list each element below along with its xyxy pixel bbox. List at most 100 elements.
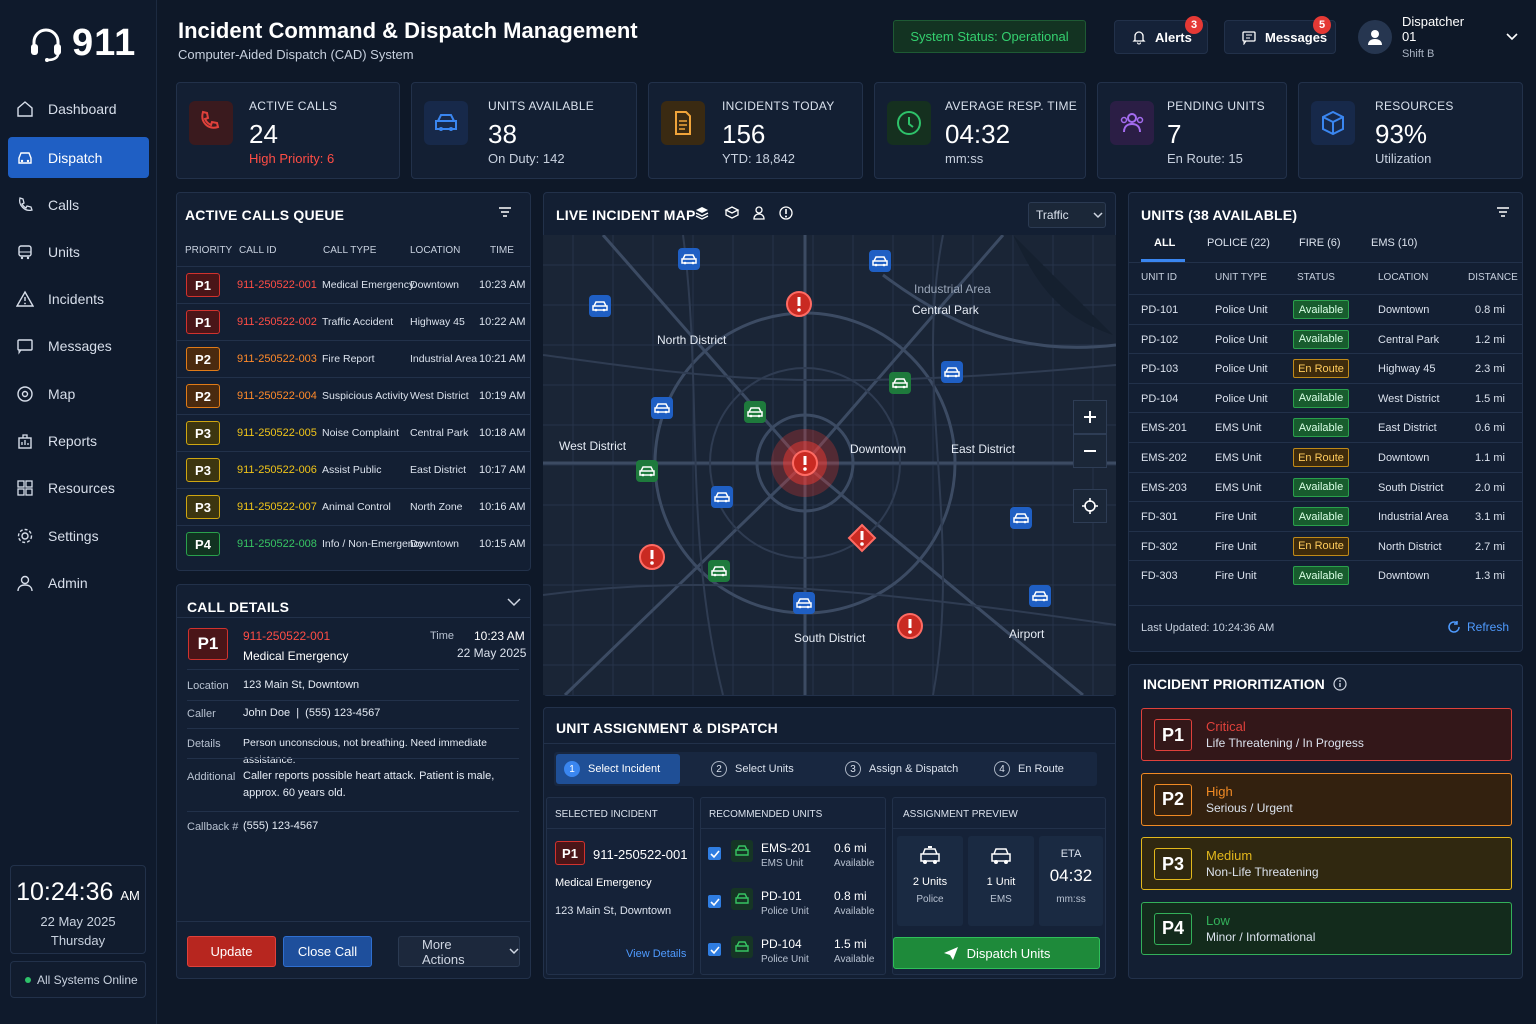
step-select-incident[interactable]: 1 Select Incident — [564, 754, 660, 784]
table-row[interactable]: PD-101 Police Unit Available Downtown 0.8 mi — [1129, 294, 1522, 323]
unit-checkbox[interactable] — [708, 943, 721, 956]
stat-card-active-calls[interactable]: ACTIVE CALLS 24 High Priority: 6 — [176, 82, 400, 179]
call-id[interactable]: 911-250522-006 — [237, 464, 317, 476]
layers-icon[interactable] — [694, 205, 710, 221]
stat-card-average-resp-time[interactable]: AVERAGE RESP. TIME 04:32 mm:ss — [874, 82, 1086, 179]
unit-checkbox[interactable] — [708, 895, 721, 908]
sidebar-item-reports[interactable]: Reports — [8, 420, 149, 461]
incident-marker-icon[interactable] — [791, 449, 819, 477]
table-row[interactable]: PD-104 Police Unit Available West District 1… — [1129, 382, 1522, 412]
filter-icon[interactable] — [1495, 205, 1511, 221]
call-id[interactable]: 911-250522-002 — [237, 316, 317, 328]
incident-marker-icon[interactable] — [896, 612, 924, 640]
ems-unit-marker-icon[interactable] — [743, 400, 767, 424]
table-row[interactable]: P4 911-250522-008 Info / Non-Emergency Down… — [177, 525, 531, 562]
tab-all[interactable]: ALL — [1154, 237, 1175, 249]
view-details-link[interactable]: View Details — [626, 948, 686, 960]
recommended-unit-row[interactable]: PD-104 Police Unit 1.5 mi Available — [701, 930, 885, 976]
call-id[interactable]: 911-250522-003 — [237, 353, 317, 365]
call-id[interactable]: 911-250522-005 — [237, 427, 317, 439]
table-row[interactable]: P3 911-250522-007 Animal Control North Zone… — [177, 488, 531, 525]
user-menu[interactable]: Dispatcher 01 Shift B — [1358, 14, 1518, 60]
info-icon[interactable] — [1333, 677, 1347, 691]
dispatch-units-button[interactable]: Dispatch Units — [893, 937, 1100, 969]
police-unit-marker-icon[interactable] — [588, 294, 612, 318]
table-row[interactable]: P1 911-250522-002 Traffic Accident Highway … — [177, 303, 531, 340]
stat-value: 7 — [1167, 119, 1182, 149]
incident-marker-icon[interactable] — [785, 290, 813, 318]
call-id[interactable]: 911-250522-001 — [237, 279, 317, 291]
alert-layer-icon[interactable] — [778, 205, 794, 221]
recommended-unit-row[interactable]: PD-101 Police Unit 0.8 mi Available — [701, 882, 885, 928]
table-row[interactable]: EMS-203 EMS Unit Available South District 2.… — [1129, 471, 1522, 501]
traffic-layer-select[interactable]: Traffic — [1028, 202, 1106, 228]
police-unit-marker-icon[interactable] — [868, 249, 892, 273]
person-layer-icon[interactable] — [751, 205, 767, 221]
recommended-unit-row[interactable]: EMS-201 EMS Unit 0.6 mi Available — [701, 834, 885, 880]
stat-card-units-available[interactable]: UNITS AVAILABLE 38 On Duty: 142 — [411, 82, 637, 179]
stat-card-incidents-today[interactable]: INCIDENTS TODAY 156 YTD: 18,842 — [648, 82, 863, 179]
sidebar-item-map[interactable]: Map — [8, 373, 149, 414]
tab-police[interactable]: POLICE (22) — [1207, 237, 1270, 249]
table-row[interactable]: P2 911-250522-003 Fire Report Industrial Ar… — [177, 340, 531, 377]
chevron-down-icon[interactable] — [1506, 33, 1518, 41]
sidebar-item-resources[interactable]: Resources — [8, 467, 149, 508]
shield-layer-icon[interactable] — [724, 205, 740, 221]
table-row[interactable]: P1 911-250522-001 Medical Emergency Downtow… — [177, 266, 531, 303]
incident-marker-icon[interactable] — [847, 523, 877, 553]
more-actions-button[interactable]: More Actions — [398, 936, 520, 967]
police-unit-marker-icon[interactable] — [792, 591, 816, 615]
tab-ems[interactable]: EMS (10) — [1371, 237, 1417, 249]
table-row[interactable]: EMS-201 EMS Unit Available East District 0.6… — [1129, 412, 1522, 441]
table-row[interactable]: PD-102 Police Unit Available Central Park 1.… — [1129, 323, 1522, 353]
table-row[interactable]: FD-303 Fire Unit Available Downtown 1.3 mi — [1129, 560, 1522, 589]
sidebar-item-dashboard[interactable]: Dashboard — [8, 88, 149, 129]
collapse-icon[interactable] — [507, 597, 521, 607]
tab-fire[interactable]: FIRE (6) — [1299, 237, 1341, 249]
police-unit-marker-icon[interactable] — [1009, 506, 1033, 530]
table-row[interactable]: P2 911-250522-004 Suspicious Activity West … — [177, 377, 531, 414]
refresh-button[interactable]: Refresh — [1447, 620, 1509, 634]
stat-card-resources[interactable]: RESOURCES 93% Utilization — [1298, 82, 1523, 179]
incident-marker-icon[interactable] — [638, 543, 666, 571]
sidebar-item-calls[interactable]: Calls — [8, 184, 149, 225]
filter-icon[interactable] — [497, 205, 513, 221]
zoom-in-button[interactable] — [1073, 400, 1107, 434]
ems-unit-marker-icon[interactable] — [707, 559, 731, 583]
table-row[interactable]: EMS-202 EMS Unit En Route Downtown 1.1 mi — [1129, 442, 1522, 471]
sidebar-item-settings[interactable]: Settings — [8, 515, 149, 556]
step-assign-dispatch[interactable]: 3 Assign & Dispatch — [845, 754, 958, 784]
call-id[interactable]: 911-250522-004 — [237, 390, 317, 402]
sidebar-item-admin[interactable]: Admin — [8, 562, 149, 603]
sidebar-item-incidents[interactable]: Incidents — [8, 278, 149, 319]
call-id[interactable]: 911-250522-008 — [237, 538, 317, 550]
table-row[interactable]: FD-302 Fire Unit En Route North District 2.7… — [1129, 530, 1522, 560]
zoom-out-button[interactable] — [1073, 434, 1107, 468]
stat-card-pending-units[interactable]: PENDING UNITS 7 En Route: 15 — [1097, 82, 1287, 179]
table-row[interactable]: P3 911-250522-005 Noise Complaint Central P… — [177, 414, 531, 451]
table-row[interactable]: PD-103 Police Unit En Route Highway 45 2.3 m… — [1129, 353, 1522, 382]
ems-unit-marker-icon[interactable] — [635, 459, 659, 483]
update-button[interactable]: Update — [187, 936, 276, 967]
police-unit-marker-icon[interactable] — [710, 485, 734, 509]
locate-button[interactable] — [1073, 489, 1107, 523]
messages-button[interactable]: Messages 5 — [1224, 16, 1336, 54]
sidebar-item-units[interactable]: Units — [8, 231, 149, 272]
step-select-units[interactable]: 2 Select Units — [711, 754, 794, 784]
incident-map[interactable]: Industrial Area Central Park North Distric… — [543, 235, 1116, 695]
police-unit-marker-icon[interactable] — [1028, 584, 1052, 608]
unit-checkbox[interactable] — [708, 847, 721, 860]
sidebar-item-dispatch[interactable]: Dispatch — [8, 137, 149, 178]
sidebar-item-messages[interactable]: Messages — [8, 325, 149, 366]
police-unit-marker-icon[interactable] — [650, 396, 674, 420]
step-en-route[interactable]: 4 En Route — [994, 754, 1064, 784]
alerts-button[interactable]: Alerts 3 — [1114, 16, 1208, 54]
table-row[interactable]: FD-301 Fire Unit Available Industrial Area 3… — [1129, 501, 1522, 530]
call-id[interactable]: 911-250522-007 — [237, 501, 317, 513]
table-row[interactable]: P3 911-250522-006 Assist Public East Distri… — [177, 451, 531, 488]
police-unit-marker-icon[interactable] — [677, 247, 701, 271]
police-unit-marker-icon[interactable] — [940, 360, 964, 384]
units-header-status: STATUS — [1297, 272, 1335, 283]
ems-unit-marker-icon[interactable] — [888, 371, 912, 395]
close-call-button[interactable]: Close Call — [283, 936, 372, 967]
